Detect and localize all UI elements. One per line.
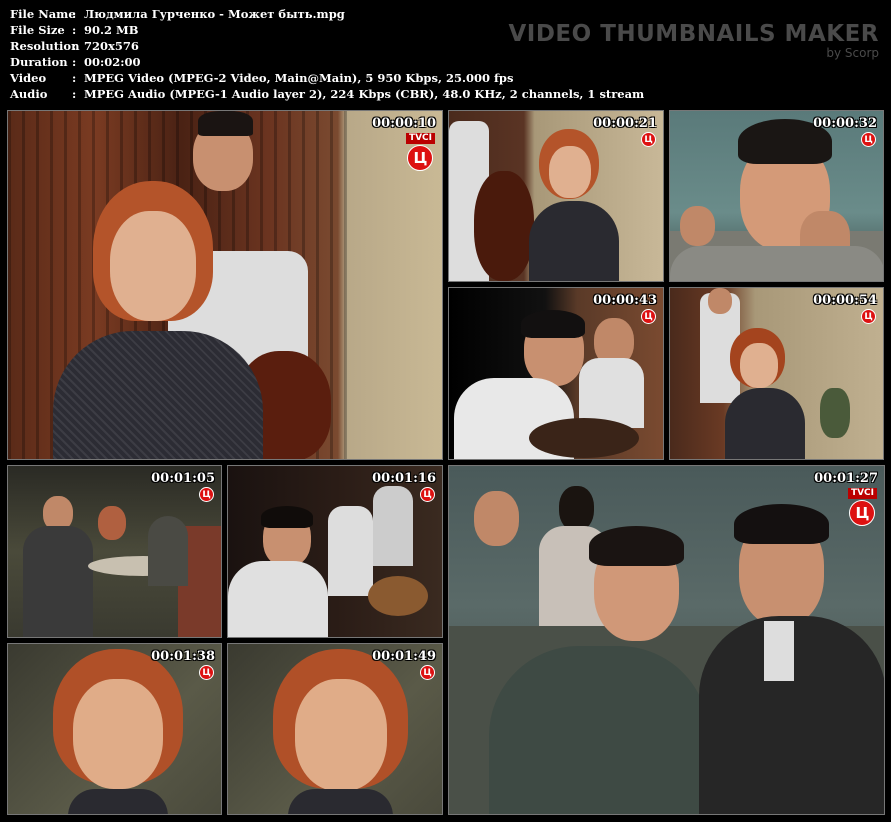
timestamp: 00:00:54	[813, 293, 877, 308]
thumbnail-6[interactable]: 00:01:05 Ц	[7, 465, 222, 638]
info-label: File Size	[10, 23, 65, 37]
thumbnail-9[interactable]: 00:01:38 Ц	[7, 643, 222, 815]
thumbnail-image	[449, 111, 663, 281]
thumbnail-image	[449, 466, 884, 814]
info-label: File Name	[10, 7, 76, 21]
info-label: Resolution	[10, 39, 80, 53]
channel-logo-glyph: Ц	[861, 132, 876, 147]
info-label: Duration	[10, 55, 68, 69]
info-separator: :	[72, 39, 77, 53]
info-label: Audio	[10, 87, 48, 101]
info-separator: :	[72, 87, 77, 101]
channel-logo-glyph: Ц	[861, 309, 876, 324]
info-separator: :	[72, 23, 77, 37]
thumbnail-7[interactable]: 00:01:16 Ц	[227, 465, 443, 638]
info-separator: :	[72, 7, 77, 21]
channel-logo-glyph: Ц	[849, 500, 876, 526]
info-separator: :	[72, 55, 77, 69]
info-value: 00:02:00	[84, 55, 141, 69]
thumbnail-image	[8, 111, 442, 459]
brand-title: VIDEO THUMBNAILS MAKER	[508, 21, 879, 47]
channel-logo: Ц	[199, 486, 214, 502]
info-value: MPEG Video (MPEG-2 Video, Main@Main), 5 …	[84, 71, 514, 85]
channel-logo: Ц	[641, 308, 656, 324]
channel-logo-glyph: Ц	[641, 132, 656, 147]
channel-logo-glyph: Ц	[407, 145, 434, 171]
channel-logo: Ц	[420, 486, 435, 502]
channel-logo: TVCI Ц	[847, 488, 877, 526]
thumbnail-image	[8, 466, 221, 637]
channel-logo: TVCI Ц	[405, 133, 435, 171]
thumbnail-image	[449, 288, 663, 459]
info-label: Video	[10, 71, 47, 85]
thumbnail-image	[670, 111, 883, 281]
channel-logo: Ц	[199, 664, 214, 680]
channel-logo-text: TVCI	[405, 133, 435, 144]
info-value: Людмила Гурченко - Может быть.mpg	[84, 7, 345, 21]
brand-watermark: VIDEO THUMBNAILS MAKER by Scorp	[508, 22, 879, 60]
info-value: MPEG Audio (MPEG-1 Audio layer 2), 224 K…	[84, 87, 645, 101]
thumbnail-4[interactable]: 00:00:43 Ц	[448, 287, 664, 460]
timestamp: 00:00:21	[593, 116, 657, 131]
channel-logo-glyph: Ц	[641, 309, 656, 324]
channel-logo-text: TVCI	[847, 488, 877, 499]
timestamp: 00:00:32	[813, 116, 877, 131]
timestamp: 00:00:43	[593, 293, 657, 308]
channel-logo: Ц	[641, 131, 656, 147]
channel-logo-glyph: Ц	[199, 665, 214, 680]
timestamp: 00:01:38	[151, 649, 215, 664]
thumbnail-3[interactable]: 00:00:32 Ц	[669, 110, 884, 282]
info-row-audio: Audio: MPEG Audio (MPEG-1 Audio layer 2),…	[10, 86, 644, 102]
timestamp: 00:01:49	[372, 649, 436, 664]
channel-logo-glyph: Ц	[420, 665, 435, 680]
thumbnail-1[interactable]: 00:00:10 TVCI Ц	[7, 110, 443, 460]
info-row-file-name: File Name: Людмила Гурченко - Может быть.…	[10, 6, 644, 22]
thumbnail-2[interactable]: 00:00:21 Ц	[448, 110, 664, 282]
timestamp: 00:01:27	[814, 471, 878, 486]
channel-logo-glyph: Ц	[420, 487, 435, 502]
thumbnail-image	[670, 288, 883, 459]
thumbnail-image	[228, 644, 442, 814]
channel-logo: Ц	[861, 308, 876, 324]
channel-logo-glyph: Ц	[199, 487, 214, 502]
channel-logo: Ц	[861, 131, 876, 147]
info-row-video: Video: MPEG Video (MPEG-2 Video, Main@Mai…	[10, 70, 644, 86]
thumbnail-5[interactable]: 00:00:54 Ц	[669, 287, 884, 460]
info-value: 90.2 MB	[84, 23, 139, 37]
timestamp: 00:01:16	[372, 471, 436, 486]
timestamp: 00:01:05	[151, 471, 215, 486]
thumbnail-image	[8, 644, 221, 814]
thumbnail-image	[228, 466, 442, 637]
brand-subtitle: by Scorp	[826, 46, 879, 60]
info-separator: :	[72, 71, 77, 85]
channel-logo: Ц	[420, 664, 435, 680]
timestamp: 00:00:10	[372, 116, 436, 131]
info-value: 720x576	[84, 39, 139, 53]
thumbnail-10[interactable]: 00:01:49 Ц	[227, 643, 443, 815]
thumbnail-8[interactable]: 00:01:27 TVCI Ц	[448, 465, 885, 815]
